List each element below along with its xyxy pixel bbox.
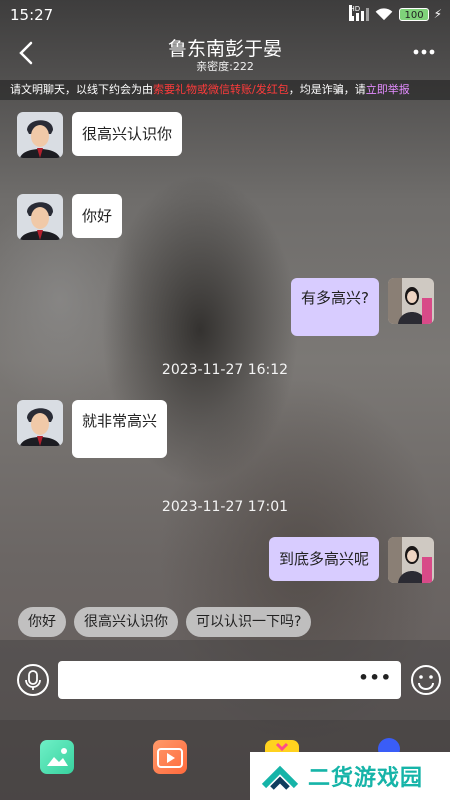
site-watermark: 二货游戏园 — [250, 752, 450, 800]
status-time: 15:27 — [10, 6, 54, 24]
battery-icon: 100 — [399, 7, 429, 21]
watermark-text: 二货游戏园 — [308, 766, 424, 791]
composer-bar: ••• — [0, 640, 450, 720]
image-icon[interactable] — [40, 740, 74, 774]
message-bubble-left: 很高兴认识你 — [72, 112, 183, 156]
contact-name: 鲁东南彭于晏 — [167, 38, 282, 60]
signal-icon: HD — [349, 4, 370, 21]
notice-text-2: ，均是诈骗，请 — [288, 83, 366, 96]
status-icons: HD 100 ⚡ — [349, 4, 442, 21]
notice-warning: 索要礼物或微信转账/发红包 — [153, 83, 289, 96]
video-icon[interactable] — [153, 740, 187, 774]
message-timestamp: 2023-11-27 16:12 — [161, 362, 289, 378]
user-avatar[interactable] — [388, 537, 434, 583]
intimacy-level: 亲密度:222 — [196, 60, 254, 73]
input-more-button[interactable]: ••• — [358, 668, 392, 687]
quick-reply-chip[interactable]: 可以认识一下吗? — [186, 607, 312, 637]
voice-input-button[interactable] — [17, 664, 49, 696]
emoji-button[interactable] — [410, 664, 442, 696]
message-timestamp: 2023-11-27 17:01 — [161, 499, 289, 515]
contact-avatar[interactable] — [17, 400, 63, 446]
charging-icon: ⚡ — [433, 7, 442, 21]
quick-replies: 你好 很高兴认识你 可以认识一下吗? — [18, 607, 312, 637]
wifi-icon — [376, 7, 393, 20]
quick-reply-chip[interactable]: 你好 — [18, 607, 66, 637]
safety-notice: 请文明聊天，以线下约会为由索要礼物或微信转账/发红包，均是诈骗，请立即举报 — [0, 80, 450, 100]
message-bubble-left: 你好 — [72, 194, 123, 238]
more-options-button[interactable] — [412, 42, 436, 62]
contact-avatar[interactable] — [17, 194, 63, 240]
status-bar: 15:27 HD 100 ⚡ — [0, 0, 450, 30]
chat-header: 鲁东南彭于晏 亲密度:222 — [0, 30, 450, 78]
message-bubble-right: 有多高兴? — [291, 278, 379, 336]
watermark-logo-icon — [261, 765, 299, 790]
message-bubble-right: 到底多高兴呢 — [268, 537, 379, 581]
contact-avatar[interactable] — [17, 112, 63, 158]
quick-reply-chip[interactable]: 很高兴认识你 — [74, 607, 178, 637]
message-input[interactable] — [58, 661, 401, 699]
microphone-icon — [25, 670, 41, 690]
notice-text: 请文明聊天，以线下约会为由 — [10, 83, 153, 96]
message-bubble-left: 就非常高兴 — [72, 400, 168, 458]
report-link[interactable]: 立即举报 — [366, 83, 410, 96]
user-avatar[interactable] — [388, 278, 434, 324]
